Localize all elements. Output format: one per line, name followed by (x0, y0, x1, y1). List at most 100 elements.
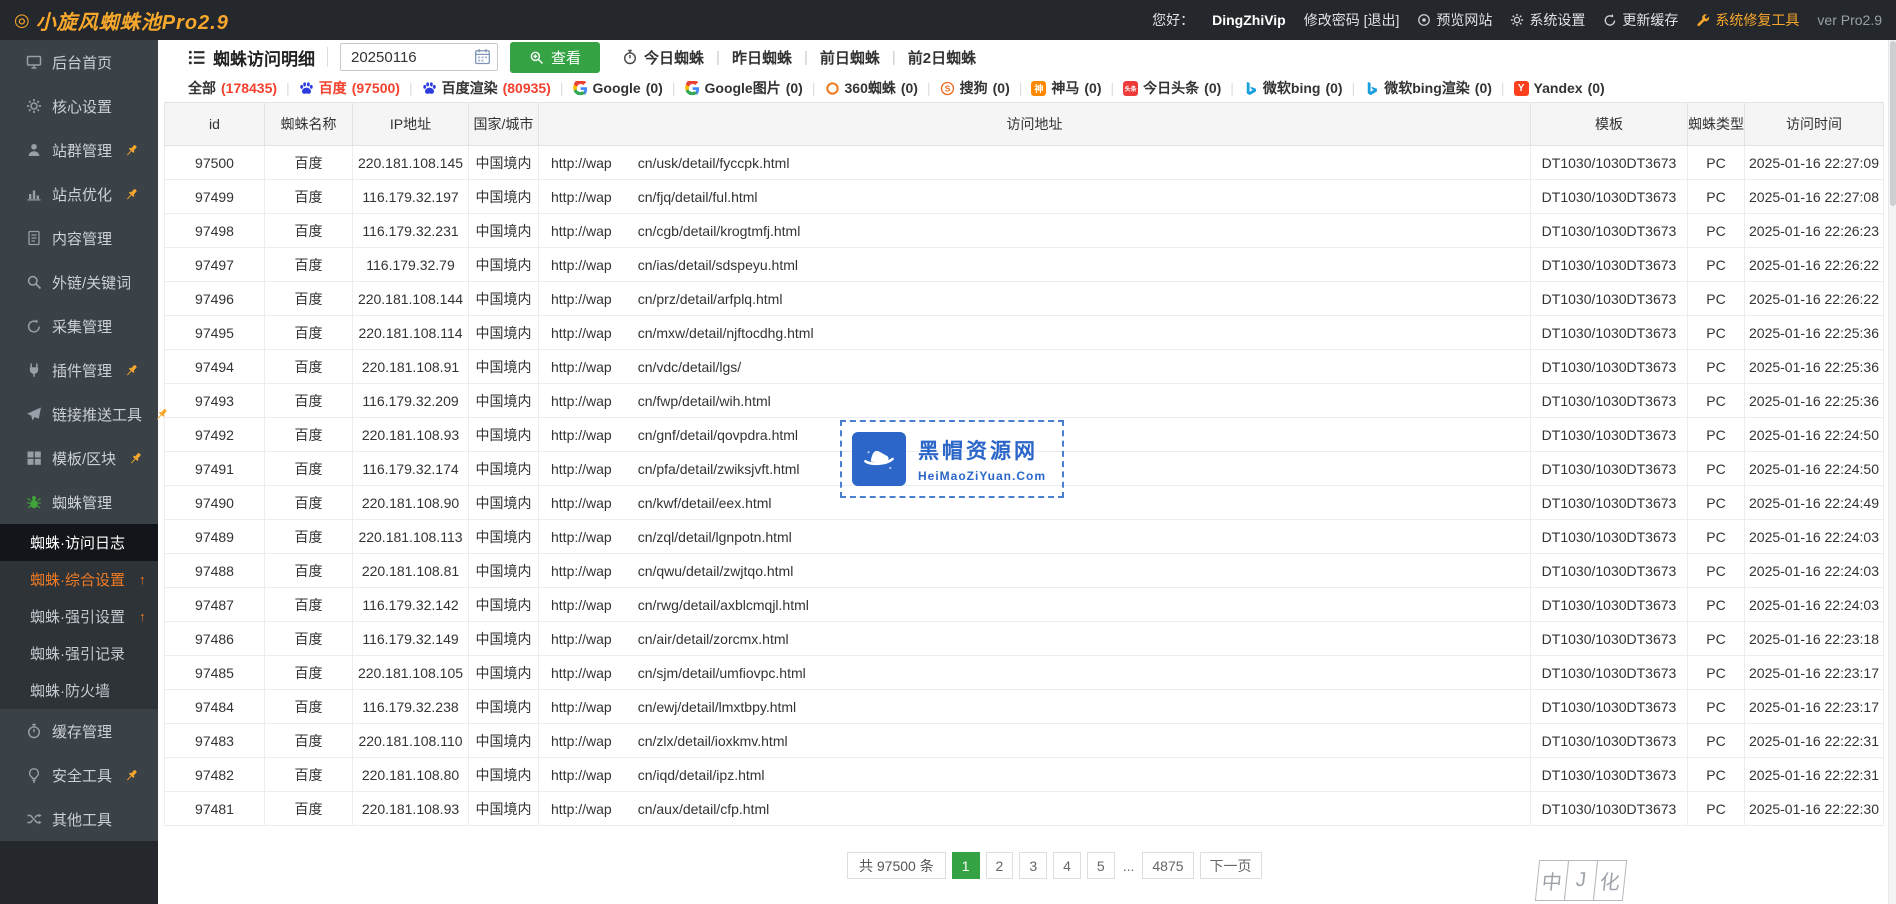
sidebar-item-plugin-manage[interactable]: 插件管理 (0, 348, 158, 392)
sidebar-item-other-tools[interactable]: 其他工具 (0, 797, 158, 841)
filter-baidu[interactable]: 百度(97500) (299, 78, 400, 98)
table-row: 97482百度220.181.108.80中国境内http://wapcn/iq… (165, 758, 1884, 792)
scrollbar-thumb[interactable] (1890, 41, 1896, 206)
document-icon (26, 230, 42, 246)
sidebar: 后台首页核心设置站群管理站点优化内容管理外链/关键词采集管理插件管理链接推送工具… (0, 40, 158, 904)
page-button-5[interactable]: 5 (1087, 852, 1115, 879)
filter-sogou[interactable]: S搜狗(0) (940, 78, 1010, 98)
sidebar-item-spider-force-records[interactable]: 蜘蛛·强引记录 (0, 635, 158, 672)
filter-360-spider[interactable]: 360蜘蛛(0) (825, 78, 918, 98)
cell-id: 97492 (165, 418, 265, 452)
cell-visit-url: http://wapcn/iqd/detail/ipz.html (539, 758, 1531, 792)
cell-id: 97488 (165, 554, 265, 588)
next-page-button[interactable]: 下一页 (1200, 852, 1262, 879)
filter-separator: | (560, 80, 564, 96)
url-prefix: http://wap (551, 223, 612, 239)
cell-country: 中国境内 (469, 146, 539, 180)
view-button[interactable]: 查看 (510, 42, 600, 73)
calendar-icon[interactable] (474, 48, 491, 65)
pin-icon (154, 407, 169, 422)
cell-country: 中国境内 (469, 214, 539, 248)
cell-spider-type: PC (1688, 316, 1745, 350)
sidebar-item-label: 核心设置 (52, 96, 112, 117)
cell-id: 97485 (165, 656, 265, 690)
cell-ip: 220.181.108.105 (353, 656, 469, 690)
send-icon (26, 406, 42, 422)
cell-ip: 116.179.32.142 (353, 588, 469, 622)
quick-link-day-before-spider[interactable]: 前日蜘蛛 (820, 47, 880, 68)
monitor-icon (26, 54, 42, 70)
filter-yandex[interactable]: YYandex(0) (1514, 80, 1605, 96)
url-path: cn/zql/detail/lgnpotn.html (638, 529, 792, 545)
sidebar-item-dashboard[interactable]: 后台首页 (0, 40, 158, 84)
quick-link-today-spider[interactable]: 今日蜘蛛 (622, 47, 704, 68)
cell-spider-type: PC (1688, 248, 1745, 282)
topmenu-preview-site[interactable]: 预览网站 (1417, 10, 1492, 30)
filter-shenma[interactable]: 神神马(0) (1031, 78, 1101, 98)
sidebar-item-template-blocks[interactable]: 模板/区块 (0, 436, 158, 480)
cell-id: 97489 (165, 520, 265, 554)
filter-google-image[interactable]: Google图片(0) (685, 78, 803, 98)
user-icon (26, 142, 42, 158)
table-row: 97485百度220.181.108.105中国境内http://wapcn/s… (165, 656, 1884, 690)
filter-baidu-render[interactable]: 百度渲染(80935) (422, 78, 551, 98)
url-path: cn/kwf/detail/eex.html (638, 495, 772, 511)
sidebar-item-site-group[interactable]: 站群管理 (0, 128, 158, 172)
filter-toutiao[interactable]: 头条今日头条(0) (1123, 78, 1221, 98)
sidebar-item-security-tools[interactable]: 安全工具 (0, 753, 158, 797)
cell-spider-type: PC (1688, 724, 1745, 758)
sidebar-item-label: 插件管理 (52, 360, 112, 381)
topmenu-update-cache[interactable]: 更新缓存 (1603, 10, 1678, 30)
url-path: cn/ias/detail/sdspeyu.html (638, 257, 798, 273)
cell-visit-url: http://wapcn/fwp/detail/wih.html (539, 384, 1531, 418)
page-button-1[interactable]: 1 (952, 852, 980, 879)
cell-visit-time: 2025-01-16 22:24:03 (1745, 588, 1884, 622)
sidebar-item-content-manage[interactable]: 内容管理 (0, 216, 158, 260)
url-path: cn/fjq/detail/ful.html (638, 189, 758, 205)
quick-links: 今日蜘蛛|昨日蜘蛛|前日蜘蛛|前2日蜘蛛 (622, 47, 976, 68)
filter-bing[interactable]: 微软bing(0) (1243, 78, 1343, 98)
sidebar-item-spider-firewall[interactable]: 蜘蛛·防火墙 (0, 672, 158, 709)
topmenu-system-settings[interactable]: 系统设置 (1510, 10, 1585, 30)
filter-bing-render[interactable]: 微软bing渲染(0) (1364, 78, 1492, 98)
sidebar-item-link-push-tool[interactable]: 链接推送工具 (0, 392, 158, 436)
sidebar-item-label: 蜘蛛管理 (52, 492, 112, 513)
gear-icon (1510, 13, 1524, 27)
cell-spider-name: 百度 (265, 588, 353, 622)
sogou-icon: S (940, 81, 955, 96)
cell-template: DT1030/1030DT3673 (1531, 792, 1688, 826)
topmenu-system-repair-tool[interactable]: 系统修复工具 (1696, 10, 1799, 30)
page-button-3[interactable]: 3 (1019, 852, 1047, 879)
cell-spider-name: 百度 (265, 520, 353, 554)
cell-template: DT1030/1030DT3673 (1531, 350, 1688, 384)
cell-country: 中国境内 (469, 316, 539, 350)
sidebar-item-cache-manage[interactable]: 缓存管理 (0, 709, 158, 753)
quick-link-yesterday-spider[interactable]: 昨日蜘蛛 (732, 47, 792, 68)
page-button-4[interactable]: 4 (1053, 852, 1081, 879)
filter-all[interactable]: 全部(178435) (188, 78, 277, 98)
cell-spider-type: PC (1688, 384, 1745, 418)
svg-text:S: S (944, 83, 950, 93)
page-button-2[interactable]: 2 (986, 852, 1014, 879)
cell-country: 中国境内 (469, 486, 539, 520)
cell-spider-type: PC (1688, 146, 1745, 180)
sidebar-item-core-settings[interactable]: 核心设置 (0, 84, 158, 128)
sidebar-item-links-keywords[interactable]: 外链/关键词 (0, 260, 158, 304)
sidebar-item-spider-force-settings[interactable]: 蜘蛛·强引设置↑ (0, 598, 158, 635)
filter-google[interactable]: Google(0) (573, 80, 663, 96)
quick-link-two-days-ago-spider[interactable]: 前2日蜘蛛 (908, 47, 976, 68)
page-button-4875[interactable]: 4875 (1142, 852, 1193, 879)
magnifier-plus-icon (529, 50, 544, 65)
url-prefix: http://wap (551, 699, 612, 715)
quick-link-separator: | (716, 49, 720, 66)
sidebar-item-site-optimize[interactable]: 站点优化 (0, 172, 158, 216)
account-links[interactable]: 修改密码 [退出] (1304, 10, 1400, 30)
column-header: 访问时间 (1745, 103, 1884, 146)
sidebar-item-spider-general-settings[interactable]: 蜘蛛·综合设置↑ (0, 561, 158, 598)
url-path: cn/fwp/detail/wih.html (638, 393, 771, 409)
sidebar-item-spider-manage[interactable]: 蜘蛛管理 (0, 480, 158, 524)
cell-spider-name: 百度 (265, 350, 353, 384)
sidebar-item-spider-visit-log[interactable]: 蜘蛛·访问日志 (0, 524, 158, 561)
sidebar-item-collection-manage[interactable]: 采集管理 (0, 304, 158, 348)
url-path: cn/rwg/detail/axblcmqjl.html (638, 597, 809, 613)
